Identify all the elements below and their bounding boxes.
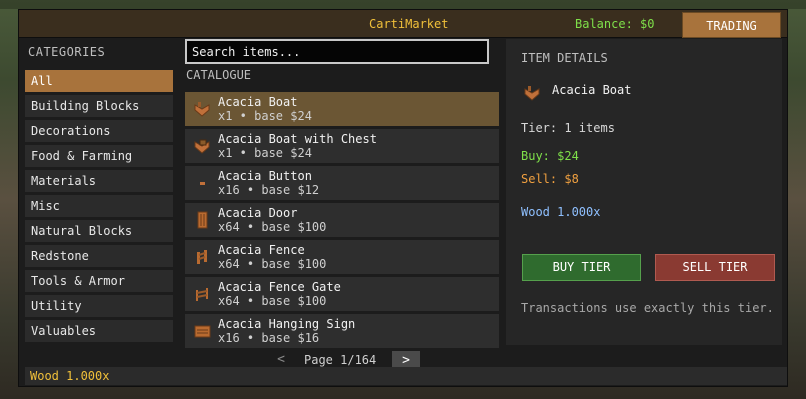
catalogue-item[interactable]: Acacia Boat with Chest x1 • base $24 [185, 129, 499, 163]
app-title: CartiMarket [369, 17, 449, 31]
item-meta: x16 • base $16 [218, 331, 320, 345]
boat-icon [522, 83, 542, 103]
category-list: All Building Blocks Decorations Food & F… [25, 70, 173, 345]
category-tools-armor[interactable]: Tools & Armor [25, 270, 173, 292]
door-icon [192, 210, 212, 230]
balance-label: Balance: $0 [575, 17, 655, 31]
item-name: Acacia Boat with Chest [218, 132, 377, 146]
boat-icon [192, 99, 212, 119]
categories-heading: CATEGORIES [28, 45, 106, 59]
catalogue-item[interactable]: Acacia Door x64 • base $100 [185, 203, 499, 237]
category-decorations[interactable]: Decorations [25, 120, 173, 142]
category-food-farming[interactable]: Food & Farming [25, 145, 173, 167]
category-utility[interactable]: Utility [25, 295, 173, 317]
catalogue-list: Acacia Boat x1 • base $24 Acacia Boat wi… [185, 92, 499, 351]
catalogue-item[interactable]: Acacia Fence Gate x64 • base $100 [185, 277, 499, 311]
item-meta: x1 • base $24 [218, 146, 312, 160]
catalogue-item[interactable]: Acacia Fence x64 • base $100 [185, 240, 499, 274]
catalogue-heading: CATALOGUE [186, 68, 252, 82]
hanging-sign-icon [192, 321, 212, 341]
page-indicator: Page 1/164 [304, 353, 377, 367]
category-all[interactable]: All [25, 70, 173, 92]
boat-chest-icon [192, 136, 212, 156]
details-buy-price: Buy: $24 [521, 149, 579, 163]
buy-tier-button[interactable]: BUY TIER [522, 254, 641, 281]
details-note: Transactions use exactly this tier. [521, 301, 774, 315]
category-building-blocks[interactable]: Building Blocks [25, 95, 173, 117]
title-bar: CartiMarket Balance: $0 TRADING [19, 10, 787, 38]
item-meta: x64 • base $100 [218, 294, 327, 308]
item-details-panel: ITEM DETAILS Acacia Boat Tier: 1 items B… [506, 39, 782, 345]
search-input[interactable] [185, 39, 489, 64]
category-natural-blocks[interactable]: Natural Blocks [25, 220, 173, 242]
market-window: CartiMarket Balance: $0 TRADING CATEGORI… [18, 9, 788, 387]
item-name: Acacia Boat [218, 95, 298, 109]
fence-icon [192, 247, 212, 267]
item-name: Acacia Door [218, 206, 298, 220]
button-icon [192, 173, 212, 193]
details-tier: Tier: 1 items [521, 121, 615, 135]
category-materials[interactable]: Materials [25, 170, 173, 192]
details-heading: ITEM DETAILS [521, 51, 608, 65]
item-name: Acacia Fence [218, 243, 305, 257]
category-misc[interactable]: Misc [25, 195, 173, 217]
status-bar: Wood 1.000x [25, 367, 787, 385]
category-valuables[interactable]: Valuables [25, 320, 173, 342]
item-name: Acacia Button [218, 169, 312, 183]
catalogue-item[interactable]: Acacia Button x16 • base $12 [185, 166, 499, 200]
category-redstone[interactable]: Redstone [25, 245, 173, 267]
item-name: Acacia Fence Gate [218, 280, 341, 294]
item-meta: x16 • base $12 [218, 183, 320, 197]
details-sell-price: Sell: $8 [521, 172, 579, 186]
item-meta: x64 • base $100 [218, 257, 327, 271]
fence-gate-icon [192, 284, 212, 304]
details-item-name: Acacia Boat [552, 83, 632, 97]
catalogue-item[interactable]: Acacia Hanging Sign x16 • base $16 [185, 314, 499, 348]
item-name: Acacia Hanging Sign [218, 317, 356, 331]
item-meta: x1 • base $24 [218, 109, 312, 123]
trading-tab[interactable]: TRADING [682, 12, 781, 38]
details-wood-multiplier: Wood 1.000x [521, 205, 601, 219]
sell-tier-button[interactable]: SELL TIER [655, 254, 775, 281]
item-meta: x64 • base $100 [218, 220, 327, 234]
catalogue-item[interactable]: Acacia Boat x1 • base $24 [185, 92, 499, 126]
